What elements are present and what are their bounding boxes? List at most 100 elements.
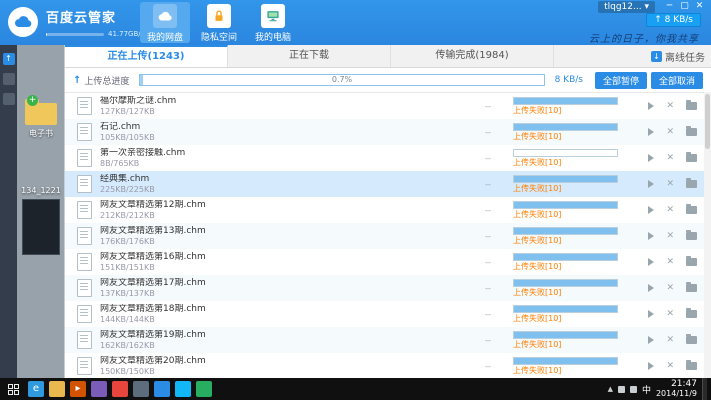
cancel-button[interactable]: ✕ — [666, 154, 674, 163]
file-progress-bar — [513, 305, 618, 313]
file-row[interactable]: 网友文章精选第13期.chm 176KB/176KB -- 上传失败[10] ✕ — [65, 223, 711, 249]
folder-item[interactable]: + 电子书 — [17, 103, 65, 139]
cancel-button[interactable]: ✕ — [666, 180, 674, 189]
show-desktop-button[interactable] — [702, 378, 707, 400]
open-folder-button[interactable] — [686, 258, 697, 266]
user-menu[interactable]: tlqg12... ▾ — [598, 1, 655, 13]
pause-all-button[interactable]: 全部暂停 — [595, 72, 647, 89]
cancel-button[interactable]: ✕ — [666, 128, 674, 137]
cancel-button[interactable]: ✕ — [666, 232, 674, 241]
file-icon — [77, 123, 92, 141]
open-folder-button[interactable] — [686, 206, 697, 214]
file-size: 127KB/127KB — [100, 107, 463, 117]
file-meta: 网友文章精选第20期.chm 150KB/150KB — [100, 356, 463, 377]
tab-uploading[interactable]: 正在上传(1243) — [65, 45, 228, 67]
tab-privacy-space[interactable]: 隐私空间 — [194, 2, 244, 43]
upload-shortcut-icon[interactable]: ↑ — [3, 53, 15, 65]
share-icon[interactable] — [3, 73, 15, 85]
file-explorer-icon[interactable] — [49, 381, 65, 397]
file-row[interactable]: 经典集.chm 225KB/225KB -- 上传失败[10] ✕ — [65, 171, 711, 197]
resume-button[interactable] — [648, 128, 654, 136]
open-folder-button[interactable] — [686, 310, 697, 318]
network-icon[interactable] — [618, 386, 625, 393]
resume-button[interactable] — [648, 362, 654, 370]
file-size: 144KB/144KB — [100, 315, 463, 325]
open-folder-button[interactable] — [686, 128, 697, 136]
file-row[interactable]: 网友文章精选第18期.chm 144KB/144KB -- 上传失败[10] ✕ — [65, 301, 711, 327]
file-row[interactable]: 网友文章精选第19期.chm 162KB/162KB -- 上传失败[10] ✕ — [65, 327, 711, 353]
media-player-icon[interactable]: ▸ — [70, 381, 86, 397]
close-button[interactable]: ✕ — [692, 1, 707, 11]
tab-my-computer[interactable]: 我的电脑 — [248, 2, 298, 43]
cancel-button[interactable]: ✕ — [666, 284, 674, 293]
windows-logo-icon — [8, 384, 19, 395]
file-row[interactable]: 石记.chm 105KB/105KB -- 上传失败[10] ✕ — [65, 119, 711, 145]
baidu-cloud-icon[interactable] — [154, 381, 170, 397]
total-progress-row: ↑ 上传总进度 0.7% 8 KB/s 全部暂停 全部取消 — [65, 68, 711, 93]
start-button[interactable] — [0, 378, 26, 400]
resume-button[interactable] — [648, 336, 654, 344]
resume-button[interactable] — [648, 258, 654, 266]
open-folder-button[interactable] — [686, 284, 697, 292]
file-row[interactable]: 网友文章精选第16期.chm 151KB/151KB -- 上传失败[10] ✕ — [65, 249, 711, 275]
file-speed: -- — [463, 128, 513, 137]
folder-icon: + — [25, 103, 57, 125]
file-row[interactable]: 福尔摩斯之谜.chm 127KB/127KB -- 上传失败[10] ✕ — [65, 93, 711, 119]
scrollbar — [704, 92, 711, 378]
minimize-button[interactable]: ─ — [662, 1, 677, 11]
transfer-tabs: 正在上传(1243) 正在下载 传输完成(1984) ↓ 离线任务 — [65, 45, 711, 68]
file-row[interactable]: 网友文章精选第20期.chm 150KB/150KB -- 上传失败[10] ✕ — [65, 353, 711, 379]
photo-viewer-icon[interactable] — [91, 381, 107, 397]
cancel-button[interactable]: ✕ — [666, 310, 674, 319]
tab-offline-tasks[interactable]: ↓ 离线任务 — [651, 45, 705, 67]
open-folder-button[interactable] — [686, 102, 697, 110]
cancel-all-button[interactable]: 全部取消 — [651, 72, 703, 89]
file-progress-fill — [514, 228, 617, 234]
cancel-button[interactable]: ✕ — [666, 362, 674, 371]
cancel-button[interactable]: ✕ — [666, 336, 674, 345]
tab-completed[interactable]: 传输完成(1984) — [391, 45, 554, 67]
open-folder-button[interactable] — [686, 362, 697, 370]
taskbar-clock[interactable]: 21:47 2014/11/9 — [656, 380, 697, 398]
volume-icon[interactable] — [630, 386, 637, 393]
open-folder-button[interactable] — [686, 336, 697, 344]
resume-button[interactable] — [648, 206, 654, 214]
resume-button[interactable] — [648, 180, 654, 188]
cancel-button[interactable]: ✕ — [666, 102, 674, 111]
file-status: 上传失败[10] — [513, 262, 633, 272]
file-speed: -- — [463, 154, 513, 163]
chrome-icon[interactable] — [112, 381, 128, 397]
file-row[interactable]: 网友文章精选第17期.chm 137KB/137KB -- 上传失败[10] ✕ — [65, 275, 711, 301]
file-row[interactable]: 第一次亲密接触.chm 8B/765KB -- 上传失败[10] ✕ — [65, 145, 711, 171]
tray-expand-icon[interactable]: ▲ — [608, 385, 613, 393]
scrollbar-thumb[interactable] — [705, 94, 710, 149]
resume-button[interactable] — [648, 102, 654, 110]
notepad-icon[interactable] — [133, 381, 149, 397]
file-row[interactable]: 网友文章精选第12期.chm 212KB/212KB -- 上传失败[10] ✕ — [65, 197, 711, 223]
open-folder-button[interactable] — [686, 232, 697, 240]
file-size: 150KB/150KB — [100, 367, 463, 377]
category-icon[interactable] — [3, 93, 15, 105]
file-progress-bar — [513, 149, 618, 157]
language-indicator[interactable]: 中 — [642, 383, 651, 396]
tab-my-drive[interactable]: 我的网盘 — [140, 2, 190, 43]
resume-button[interactable] — [648, 310, 654, 318]
resume-button[interactable] — [648, 232, 654, 240]
baidu-cloud-logo-icon — [8, 7, 38, 37]
open-folder-button[interactable] — [686, 154, 697, 162]
open-folder-button[interactable] — [686, 180, 697, 188]
resume-button[interactable] — [648, 154, 654, 162]
restore-button[interactable]: ▢ — [677, 1, 692, 11]
image-item[interactable]: 134_1221 — [17, 183, 65, 255]
cancel-button[interactable]: ✕ — [666, 258, 674, 267]
chevron-down-icon: ▾ — [644, 2, 649, 12]
cancel-button[interactable]: ✕ — [666, 206, 674, 215]
tab-downloading[interactable]: 正在下载 — [228, 45, 391, 67]
security-icon[interactable] — [196, 381, 212, 397]
speed-widget[interactable]: ↑ 8 KB/s — [646, 13, 701, 27]
ie-browser-icon[interactable]: e — [28, 381, 44, 397]
file-name: 网友文章精选第17期.chm — [100, 278, 463, 289]
screen: 百度云管家 41.77GB/2055.00GB 我的网盘 隐私空间 — [0, 0, 711, 400]
resume-button[interactable] — [648, 284, 654, 292]
qq-icon[interactable] — [175, 381, 191, 397]
